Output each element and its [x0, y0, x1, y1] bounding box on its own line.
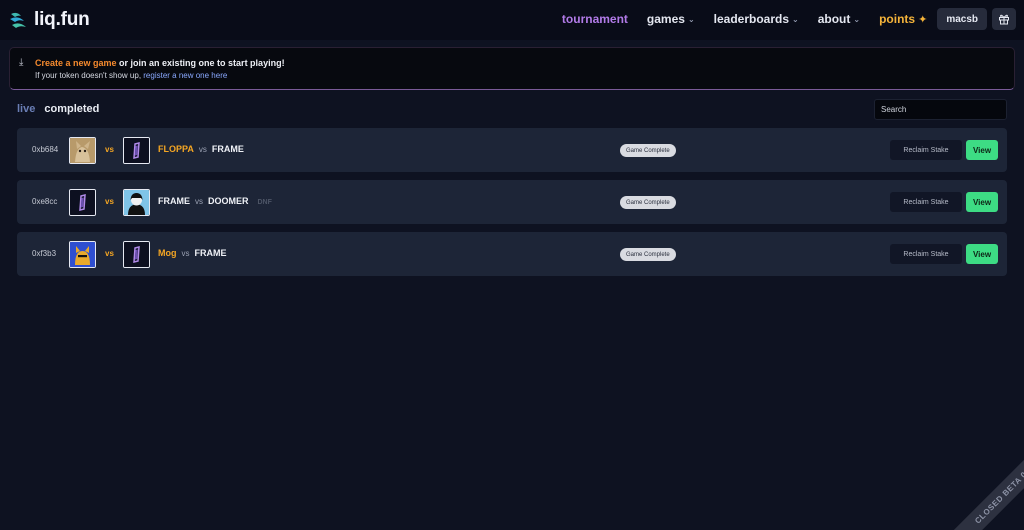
matchup: Mog vs FRAME [158, 248, 236, 258]
vs-icon: vs [105, 249, 114, 258]
app-name: liq.fun [34, 9, 90, 30]
vs-label: vs [198, 145, 207, 154]
doomer-avatar-icon [124, 190, 149, 215]
player1-avatar [69, 241, 96, 268]
beta-label: CLOSED BETA 0.0.2 [942, 428, 1024, 530]
nav-games-label: games [646, 12, 685, 26]
game-id: 0xf3b3 [32, 249, 57, 258]
nav-points[interactable]: points ✦ [879, 12, 927, 26]
tab-completed[interactable]: completed [44, 103, 99, 115]
vs-icon: vs [105, 145, 114, 154]
vs-icon: vs [105, 197, 114, 206]
nav-leaderboards[interactable]: leaderboards ⌄ [714, 12, 799, 26]
game-tabs: live completed [17, 103, 99, 115]
tab-live[interactable]: live [17, 103, 35, 115]
nav-leaderboards-label: leaderboards [713, 12, 790, 26]
player1-avatar [69, 137, 96, 164]
top-navbar: liq.fun tournament games ⌄ leaderboards … [0, 0, 1024, 40]
game-id: 0xb684 [32, 145, 59, 154]
gift-icon [999, 14, 1009, 25]
frame-avatar-icon [124, 242, 149, 267]
reclaim-stake-button[interactable]: Reclaim Stake [890, 192, 962, 212]
chevron-down-icon: ⌄ [853, 14, 861, 24]
matchup: FLOPPA vs FRAME [158, 144, 253, 154]
nav-games[interactable]: games ⌄ [647, 12, 695, 26]
player1-name: FRAME [158, 196, 190, 206]
game-row[interactable]: 0xb684 vs FLOPPA vs FRAME Game Complete … [17, 128, 1007, 172]
chevron-down-icon: ⌄ [792, 14, 799, 24]
status-badge: Game Complete [620, 248, 676, 261]
banner-line-1: Create a new game or join an existing on… [35, 58, 285, 68]
create-game-link[interactable]: Create a new game [35, 58, 117, 68]
matchup: FRAME vs DOOMER DNF [158, 196, 272, 206]
dnf-label: DNF [257, 199, 272, 206]
vs-label: vs [181, 249, 190, 258]
download-icon: ⤓ [19, 57, 24, 68]
nav-tournament[interactable]: tournament [562, 12, 628, 26]
sparkle-icon: ✦ [918, 13, 928, 26]
reclaim-stake-button[interactable]: Reclaim Stake [890, 244, 962, 264]
view-button[interactable]: View [966, 140, 998, 160]
status-badge: Game Complete [620, 144, 676, 157]
frame-avatar-icon [124, 138, 149, 163]
player2-name: FRAME [211, 144, 244, 154]
gift-button[interactable] [992, 8, 1016, 30]
nav-menu: tournament games ⌄ leaderboards ⌄ about … [562, 8, 1016, 30]
nav-about[interactable]: about ⌄ [818, 12, 860, 26]
banner-line-2: If your token doesn't show up, register … [35, 71, 227, 80]
game-row[interactable]: 0xf3b3 vs Mog vs FRAME Game Complete Rec… [17, 232, 1007, 276]
vs-label: vs [195, 197, 203, 206]
banner-line-1-text: or join an existing one to start playing… [116, 58, 285, 68]
register-token-link[interactable]: register a new one here [143, 71, 227, 80]
logo[interactable]: liq.fun [9, 9, 90, 31]
cat-avatar-icon [70, 138, 95, 163]
search-input[interactable] [874, 99, 1007, 120]
frame-avatar-icon [70, 190, 95, 215]
view-button[interactable]: View [966, 192, 998, 212]
chevron-down-icon: ⌄ [687, 14, 695, 24]
nav-points-label: points [879, 12, 916, 26]
view-button[interactable]: View [966, 244, 998, 264]
player1-name: FLOPPA [158, 144, 194, 154]
mog-avatar-icon [70, 242, 95, 267]
beta-ribbon: CLOSED BETA 0.0.2 [914, 420, 1024, 530]
player1-name: Mog [158, 248, 177, 258]
player2-avatar [123, 241, 150, 268]
player2-avatar [123, 137, 150, 164]
game-id: 0xe8cc [32, 197, 58, 206]
nav-about-label: about [817, 12, 851, 26]
player1-avatar [69, 189, 96, 216]
banner-line-2-text: If your token doesn't show up, [35, 71, 144, 80]
player2-name: DOOMER [208, 196, 249, 206]
player2-name: FRAME [194, 248, 227, 258]
wave-logo-icon [10, 12, 26, 28]
player2-avatar [123, 189, 150, 216]
user-button[interactable]: macsb [937, 8, 987, 30]
game-row[interactable]: 0xe8cc vs FRAME vs DOOMER DNF Game Compl… [17, 180, 1007, 224]
status-badge: Game Complete [620, 196, 676, 209]
reclaim-stake-button[interactable]: Reclaim Stake [890, 140, 962, 160]
info-banner: ⤓ Create a new game or join an existing … [9, 47, 1015, 90]
